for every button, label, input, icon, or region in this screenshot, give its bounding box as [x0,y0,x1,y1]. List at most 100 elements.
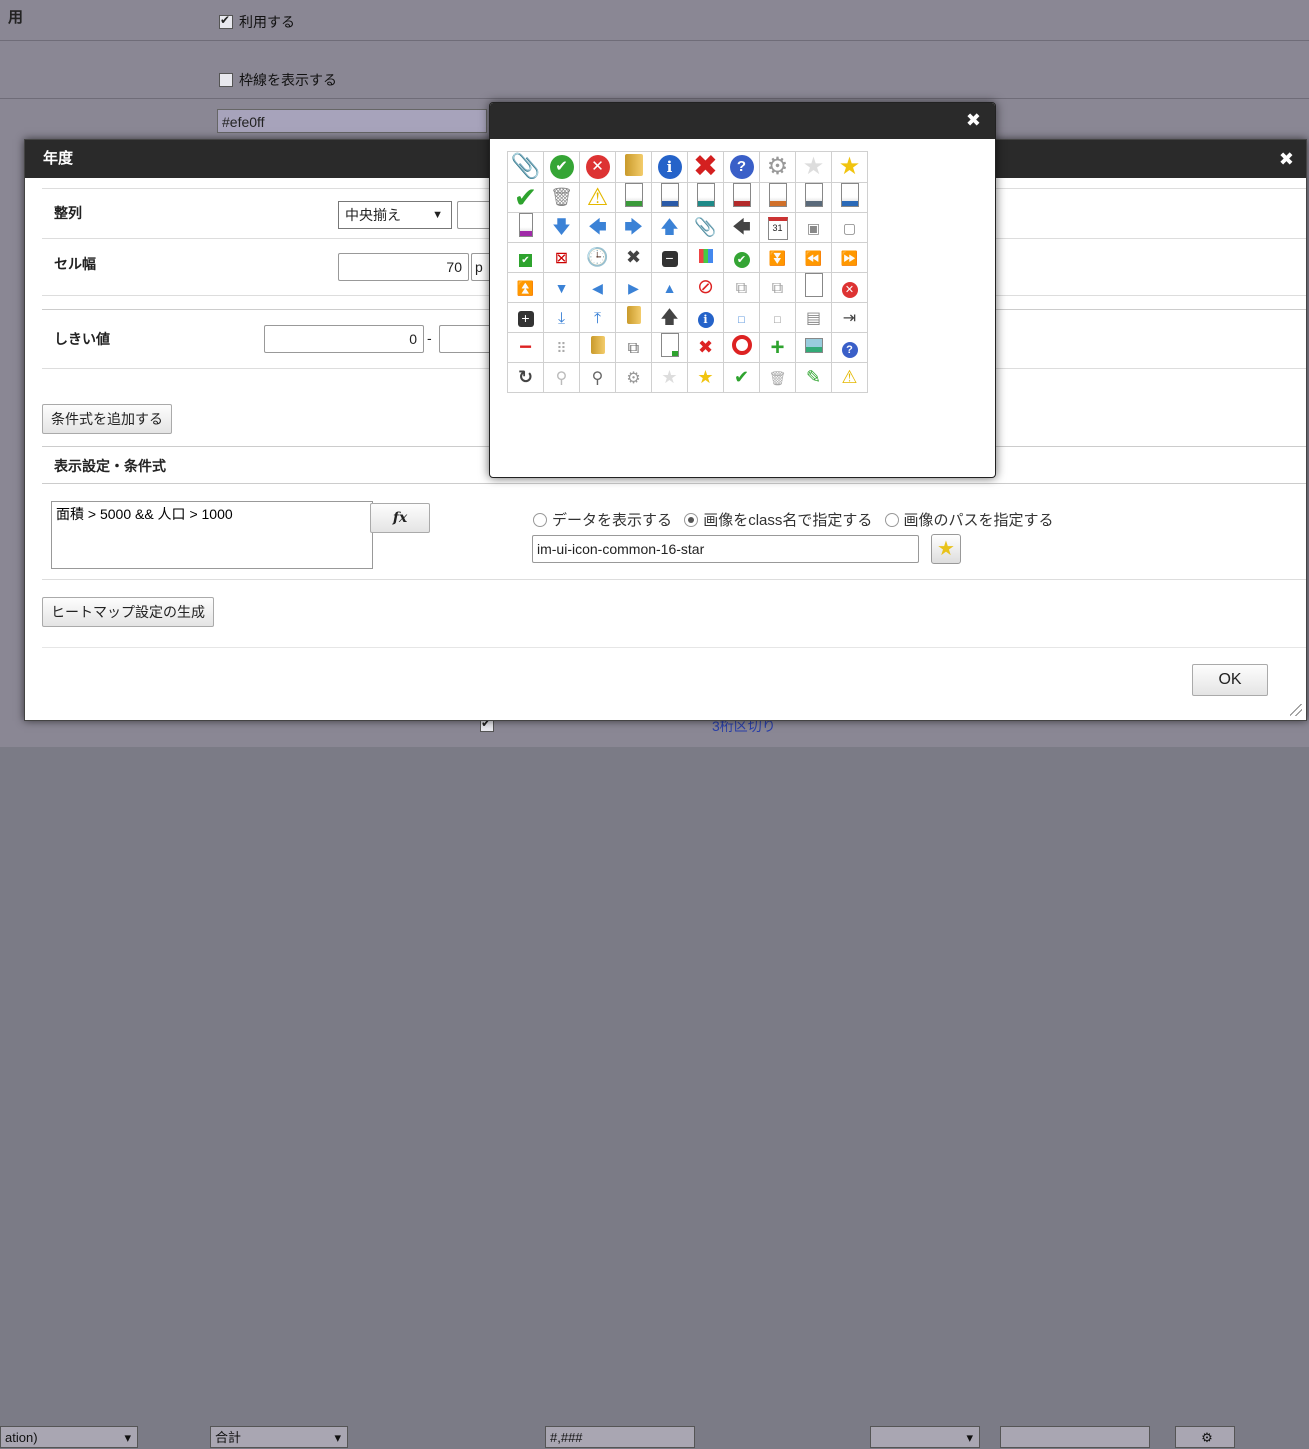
info-icon[interactable]: i [687,302,724,333]
logout-icon[interactable]: ⇥ [831,302,868,333]
arrow-right-icon[interactable]: 🡆 [615,212,652,243]
minus-red-icon[interactable]: − [507,332,544,363]
copy-icon[interactable]: ⧉ [759,272,796,303]
star-empty-icon[interactable]: ★ [795,151,832,183]
resize-handle[interactable] [1290,704,1302,716]
fast-forward-icon[interactable]: ⏩ [831,242,868,273]
folder-add-icon[interactable] [579,332,616,363]
calendar-icon[interactable]: 31 [759,212,796,243]
x-small-icon[interactable]: ✖ [615,242,652,273]
class-name-input[interactable]: im-ui-icon-common-16-star [532,535,919,563]
triangle-down-icon[interactable]: ▼ [543,272,580,303]
check-circle-icon[interactable]: ✔ [543,151,580,183]
question-icon[interactable]: ? [831,332,868,363]
download-icon[interactable]: ⤓ [543,302,580,333]
bg-gear-button[interactable]: ⚙ [1175,1426,1235,1448]
doc-teal-icon[interactable] [687,182,724,213]
threshold-from-input[interactable]: 0 [264,325,424,353]
folder-icon[interactable] [615,151,652,183]
triangle-right-icon[interactable]: ▶ [615,272,652,303]
color-grid-icon[interactable] [687,242,724,273]
fx-button[interactable]: fx [370,503,430,533]
bg-select-3[interactable]: ▾ [870,1426,980,1448]
no-entry-icon[interactable]: ⊘ [687,272,724,303]
arrow-up-icon[interactable]: 🡅 [651,212,688,243]
bg-use-checkbox[interactable]: 利用する [219,12,295,32]
gear-icon[interactable]: ⚙ [615,362,652,393]
green-check-box-icon[interactable]: ✔ [507,242,544,273]
popout-icon[interactable]: ⧉ [615,332,652,363]
double-down-icon[interactable]: ⏬ [759,242,796,273]
triangle-up-icon[interactable]: ▲ [651,272,688,303]
triangle-left-icon[interactable]: ◀ [579,272,616,303]
star-icon[interactable]: ★ [687,362,724,393]
info-icon[interactable]: i [651,151,688,183]
generate-heatmap-button[interactable]: ヒートマップ設定の生成 [42,597,214,627]
checkmark-icon[interactable]: ✔ [723,362,760,393]
x-circle-icon[interactable]: ✕ [579,151,616,183]
radio-icon[interactable] [533,513,547,527]
search-icon[interactable]: ⚲ [543,362,580,393]
upload-icon[interactable]: ⤒ [579,302,616,333]
square-icon[interactable]: ▢ [831,212,868,243]
image-doc-icon[interactable] [615,182,652,213]
close-icon[interactable]: ✖ [1279,140,1294,178]
star-empty-icon[interactable]: ★ [651,362,688,393]
bg-format-input[interactable]: #,### [545,1426,695,1448]
double-up-icon[interactable]: ⏫ [507,272,544,303]
rewind-icon[interactable]: ⏪ [795,242,832,273]
square-dot-icon[interactable]: ▣ [795,212,832,243]
doc-add-icon[interactable] [651,332,688,363]
small-square-blue-icon[interactable]: □ [723,302,760,333]
pencil-icon[interactable]: ✎ [795,362,832,393]
search-icon[interactable]: ⚲ [579,362,616,393]
checkbox-icon[interactable] [219,13,233,29]
dots-icon[interactable]: ⠿ [543,332,580,363]
bg-color-input[interactable]: #efe0ff [217,109,487,133]
radio-show-data[interactable]: データを表示する [533,512,672,529]
copy-icon[interactable]: ⧉ [723,272,760,303]
warning-icon[interactable]: ⚠ [579,182,616,213]
clock-icon[interactable]: 🕒 [579,242,616,273]
condition-textarea[interactable] [51,501,373,569]
cell-width-input[interactable]: 70 [338,253,469,281]
paperclip-icon[interactable]: 📎 [687,212,724,243]
x-circle-icon[interactable]: ✕ [831,272,868,303]
tube-icon[interactable] [507,212,544,243]
home-up-icon[interactable]: 🡅 [651,302,688,333]
radio-class-name[interactable]: 画像をclass名で指定する [684,512,872,529]
red-x-icon[interactable]: ✖ [687,151,724,183]
close-icon[interactable]: ✖ [966,110,981,131]
plus-box-icon[interactable]: + [507,302,544,333]
gear-icon[interactable]: ⚙ [759,151,796,183]
warning-icon[interactable]: ⚠ [831,362,868,393]
check-circle-icon[interactable]: ✔ [723,242,760,273]
refresh-icon[interactable]: ↻ [507,362,544,393]
paperclip-icon[interactable]: 📎 [507,151,544,183]
radio-image-path[interactable]: 画像のパスを指定する [884,512,1054,529]
bg-select-2[interactable]: 合計 ▾ [210,1426,348,1448]
bg-border-checkbox[interactable]: 枠線を表示する [219,70,337,90]
question-icon[interactable]: ? [723,151,760,183]
chart-doc-icon[interactable] [759,182,796,213]
folder-icon[interactable] [615,302,652,333]
doc-blue-icon[interactable] [651,182,688,213]
list-icon[interactable]: ▤ [795,302,832,333]
trash-icon[interactable]: 🗑 [543,182,580,213]
bg-input-bottom[interactable] [1000,1426,1150,1448]
page-icon[interactable] [795,272,832,303]
red-x-icon[interactable]: ✖ [687,332,724,363]
ok-button[interactable]: OK [1192,664,1268,696]
window-x-icon[interactable]: ⊠ [543,242,580,273]
trash-icon[interactable]: 🗑 [759,362,796,393]
checkmark-icon[interactable]: ✔ [507,182,544,213]
doc-red-icon[interactable] [723,182,760,213]
plus-green-icon[interactable]: + [759,332,796,363]
text-doc-icon[interactable] [795,182,832,213]
add-condition-button[interactable]: 条件式を追加する [42,404,172,434]
red-ring-icon[interactable] [723,332,760,363]
minus-box-icon[interactable]: − [651,242,688,273]
small-square-icon[interactable]: □ [759,302,796,333]
radio-icon[interactable] [884,513,899,527]
align-select[interactable]: 中央揃え ▼ [338,201,452,229]
